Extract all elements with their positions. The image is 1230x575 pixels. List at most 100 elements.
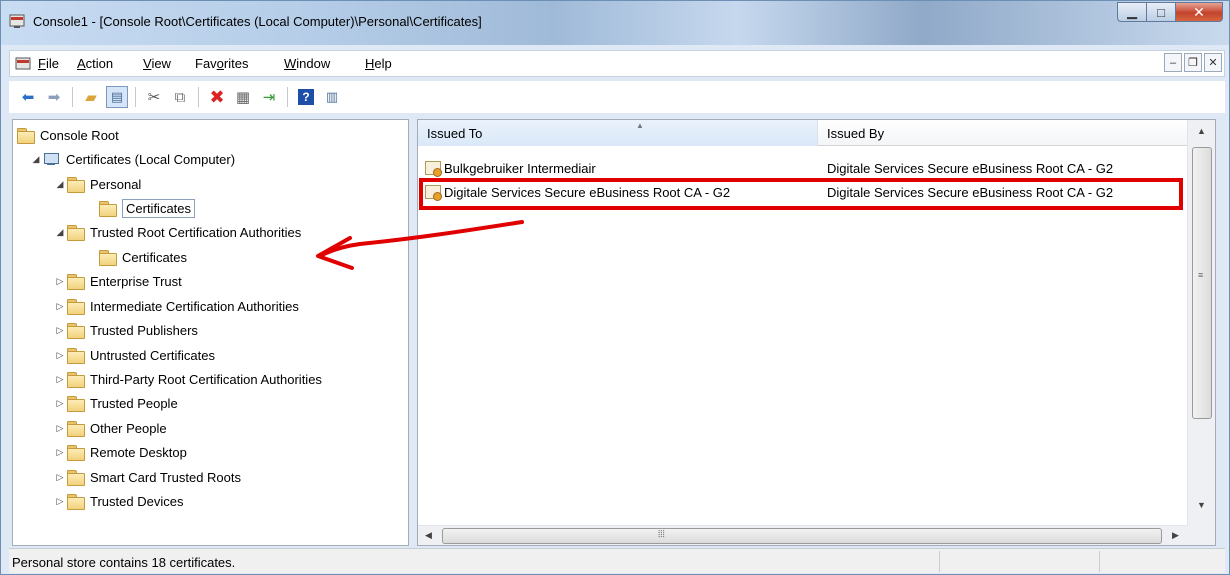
up-one-level-button[interactable]: ▰: [80, 86, 102, 108]
expand-arrow-icon[interactable]: ▷: [53, 301, 67, 312]
folder-icon: [67, 470, 85, 486]
expand-arrow-icon[interactable]: ▷: [53, 447, 67, 458]
vertical-scroll-thumb[interactable]: [1192, 147, 1212, 419]
maximize-button[interactable]: □: [1146, 2, 1175, 22]
expand-arrow-icon[interactable]: ▷: [53, 496, 67, 507]
copy-button[interactable]: ⧉: [169, 86, 191, 108]
tree-item-trusted-root-ca[interactable]: ◢ Trusted Root Certification Authorities: [53, 221, 301, 243]
system-menu-icon[interactable]: [15, 56, 31, 72]
mdi-caption-buttons: – ❐ ✕: [1164, 53, 1222, 72]
close-icon: ✕: [1193, 3, 1205, 20]
horizontal-scrollbar[interactable]: ◀ ⦙⦙⦙ ▶: [418, 525, 1188, 545]
expand-arrow-icon[interactable]: ▷: [53, 423, 67, 434]
tree-item-label: Trusted Root Certification Authorities: [90, 224, 302, 240]
tree-item-certificates-local-computer[interactable]: ◢ Certificates (Local Computer): [29, 148, 236, 170]
menu-help[interactable]: Help: [365, 56, 392, 71]
column-issued-to[interactable]: Issued To ▲: [418, 120, 818, 146]
toolbar: ⬅ ➡ ▰ ▤ ✂ ⧉ ✖ ▦ ⇥ ? ▥: [9, 81, 1225, 113]
tree-item-label: Enterprise Trust: [90, 273, 182, 289]
close-button[interactable]: ✕: [1175, 2, 1223, 22]
scroll-up-icon[interactable]: ▲: [1197, 126, 1206, 136]
tree-item-remote-desktop[interactable]: ▷ Remote Desktop: [53, 441, 187, 463]
menu-view[interactable]: View: [143, 56, 171, 71]
annotation-highlight-box: [419, 178, 1183, 210]
tree-item-untrusted-certificates[interactable]: ▷ Untrusted Certificates: [53, 344, 215, 366]
menu-window-post: indow: [296, 56, 331, 71]
tree-item-label: Third-Party Root Certification Authoriti…: [90, 371, 322, 387]
tree-item-trusted-root-certificates[interactable]: Certificates: [99, 246, 187, 268]
tree-item-personal[interactable]: ◢ Personal: [53, 173, 141, 195]
show-hide-console-tree-icon: ▤: [110, 89, 124, 104]
forward-button[interactable]: ➡: [43, 86, 65, 108]
tree-item-label: Certificates: [122, 198, 196, 218]
collapse-arrow-icon[interactable]: ◢: [53, 227, 67, 238]
certificate-icon: [425, 161, 442, 177]
menu-favorites[interactable]: Favorites: [195, 56, 248, 71]
folder-icon: [67, 225, 85, 241]
menu-view-post: iew: [151, 56, 171, 71]
toolbar-separator: [287, 87, 288, 107]
tree-item-console-root[interactable]: Console Root: [17, 124, 119, 146]
help-icon: ?: [298, 89, 314, 105]
menu-bar: File Action View Favorites Window Help –…: [9, 50, 1225, 77]
expand-arrow-icon[interactable]: ▷: [53, 472, 67, 483]
menu-file[interactable]: File: [38, 56, 59, 71]
folder-icon: [67, 445, 85, 461]
tree-item-other-people[interactable]: ▷ Other People: [53, 417, 167, 439]
mmc-window: Console1 - [Console Root\Certificates (L…: [0, 0, 1230, 575]
properties-button[interactable]: ▦: [232, 86, 254, 108]
tree-item-enterprise-trust[interactable]: ▷ Enterprise Trust: [53, 270, 182, 292]
table-row[interactable]: Bulkgebruiker Intermediair Digitale Serv…: [418, 157, 1188, 179]
status-separator: [1099, 551, 1100, 572]
tree-item-third-party-root-ca[interactable]: ▷ Third-Party Root Certification Authori…: [53, 368, 322, 390]
tree-item-personal-certificates[interactable]: Certificates: [99, 197, 196, 219]
show-hide-action-pane-button[interactable]: ▥: [321, 86, 343, 108]
expand-arrow-icon[interactable]: ▷: [53, 276, 67, 287]
cut-button[interactable]: ✂: [143, 86, 165, 108]
menu-window[interactable]: Window: [284, 56, 330, 71]
delete-icon: ✖: [209, 86, 225, 107]
back-button[interactable]: ⬅: [17, 86, 39, 108]
title-bar[interactable]: Console1 - [Console Root\Certificates (L…: [1, 1, 1229, 45]
vertical-scrollbar[interactable]: ▲ ≡ ▼: [1187, 120, 1215, 545]
scroll-down-icon[interactable]: ▼: [1197, 500, 1206, 510]
export-list-icon: ⇥: [262, 89, 276, 106]
column-issued-by[interactable]: Issued By: [818, 120, 1188, 146]
folder-icon: [67, 396, 85, 412]
collapse-arrow-icon[interactable]: ◢: [53, 179, 67, 190]
menu-favorites-key: o: [216, 56, 224, 71]
collapse-arrow-icon[interactable]: ◢: [29, 154, 43, 165]
tree-item-trusted-publishers[interactable]: ▷ Trusted Publishers: [53, 319, 198, 341]
tree-item-label: Certificates (Local Computer): [66, 151, 236, 167]
child-minimize-button[interactable]: –: [1164, 53, 1182, 72]
scroll-right-icon[interactable]: ▶: [1172, 530, 1179, 541]
tree-item-trusted-people[interactable]: ▷ Trusted People: [53, 392, 178, 414]
folder-icon: [99, 250, 117, 266]
expand-arrow-icon[interactable]: ▷: [53, 350, 67, 361]
folder-icon: [17, 128, 35, 144]
help-button[interactable]: ?: [295, 86, 317, 108]
toolbar-separator: [72, 87, 73, 107]
export-list-button[interactable]: ⇥: [258, 86, 280, 108]
expand-arrow-icon[interactable]: ▷: [53, 374, 67, 385]
tree-item-smart-card-trusted-roots[interactable]: ▷ Smart Card Trusted Roots: [53, 466, 241, 488]
cell-issued-by: Digitale Services Secure eBusiness Root …: [827, 161, 1114, 176]
menu-action[interactable]: Action: [77, 56, 113, 71]
tree-item-label: Console Root: [40, 127, 119, 143]
tree-item-trusted-devices[interactable]: ▷ Trusted Devices: [53, 490, 183, 512]
expand-arrow-icon[interactable]: ▷: [53, 325, 67, 336]
tree-item-intermediate-ca[interactable]: ▷ Intermediate Certification Authorities: [53, 295, 299, 317]
horizontal-scroll-thumb[interactable]: ⦙⦙⦙: [442, 528, 1162, 544]
scroll-left-icon[interactable]: ◀: [425, 530, 432, 541]
show-hide-action-pane-icon: ▥: [325, 89, 339, 104]
child-restore-button[interactable]: ❐: [1184, 53, 1202, 72]
console-tree[interactable]: Console Root ◢ Certificates (Local Compu…: [12, 119, 409, 546]
child-close-button[interactable]: ✕: [1204, 53, 1222, 72]
menu-favorites-pre: Fav: [195, 56, 217, 71]
tree-item-label: Other People: [90, 420, 167, 436]
toolbar-separator: [135, 87, 136, 107]
minimize-button[interactable]: ▁: [1117, 2, 1146, 22]
delete-button[interactable]: ✖: [206, 86, 228, 108]
show-hide-console-tree-button[interactable]: ▤: [106, 86, 128, 108]
expand-arrow-icon[interactable]: ▷: [53, 398, 67, 409]
